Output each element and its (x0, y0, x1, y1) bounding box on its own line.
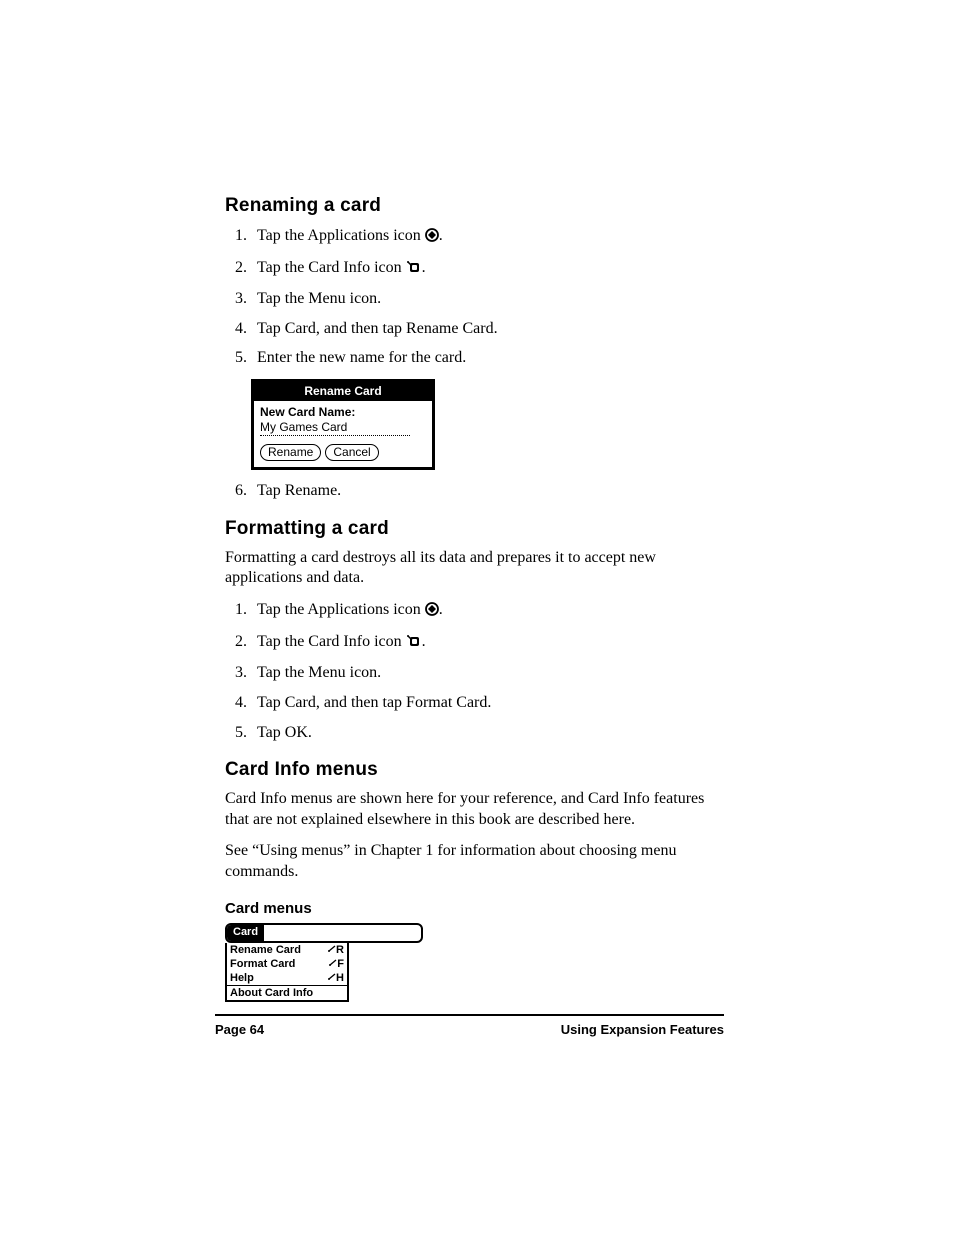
section-renaming: Renaming a card Tap the Applications ico… (225, 195, 724, 502)
step-text: Tap the Menu icon. (257, 290, 381, 307)
menu-item-label: Format Card (230, 957, 295, 971)
step-text: Tap Rename. (257, 482, 341, 499)
document-page: Renaming a card Tap the Applications ico… (0, 0, 954, 1235)
step: Tap the Menu icon. (251, 662, 724, 684)
menu-item-format-card[interactable]: Format Card F (227, 957, 347, 971)
menu-item-help[interactable]: Help H (227, 971, 347, 985)
step-text: Tap the Menu icon. (257, 664, 381, 681)
card-info-icon (406, 633, 422, 655)
step: Tap the Card Info icon . (251, 257, 724, 281)
menu-tab-card[interactable]: Card (227, 925, 264, 941)
subheading-card-menus: Card menus (225, 900, 724, 917)
heading-renaming: Renaming a card (225, 195, 724, 217)
page-number: Page 64 (215, 1022, 264, 1037)
step-text: Tap the Applications icon (257, 601, 425, 618)
menu-item-about-card-info[interactable]: About Card Info (227, 985, 347, 1000)
cancel-button[interactable]: Cancel (325, 444, 378, 461)
step: Tap Card, and then tap Rename Card. (251, 318, 724, 340)
section-cardinfo-menus: Card Info menus Card Info menus are show… (225, 759, 724, 1002)
step-period: . (422, 259, 426, 276)
step-text: Enter the new name for the card. (257, 349, 466, 366)
step: Tap Rename. (251, 480, 724, 502)
step: Tap the Applications icon . (251, 225, 724, 249)
footer-row: Page 64 Using Expansion Features (215, 1022, 724, 1037)
cardinfo-para1: Card Info menus are shown here for your … (225, 789, 724, 831)
cardinfo-para2: See “Using menus” in Chapter 1 for infor… (225, 841, 724, 883)
formatting-intro: Formatting a card destroys all its data … (225, 548, 724, 590)
menu-item-shortcut: F (329, 957, 344, 971)
step: Tap OK. (251, 722, 724, 744)
card-menu-screenshot: Card Rename Card R Format Card F Help (225, 923, 423, 1002)
rename-card-dialog: Rename Card New Card Name: My Games Card… (251, 379, 435, 470)
menu-item-rename-card[interactable]: Rename Card R (227, 943, 347, 957)
page-footer: Page 64 Using Expansion Features (215, 1014, 724, 1037)
dialog-button-row: Rename Cancel (260, 444, 426, 461)
steps-renaming-before: Tap the Applications icon . Tap the Card… (225, 225, 724, 369)
new-card-name-input[interactable]: My Games Card (260, 420, 410, 436)
step: Tap the Card Info icon . (251, 631, 724, 655)
card-menu-dropdown: Rename Card R Format Card F Help H (225, 943, 349, 1002)
menu-item-label: Help (230, 971, 254, 985)
step-text: Tap the Card Info icon (257, 633, 406, 650)
step-period: . (439, 601, 443, 618)
heading-cardinfo: Card Info menus (225, 759, 724, 781)
heading-formatting: Formatting a card (225, 518, 724, 540)
menu-item-shortcut: R (328, 943, 344, 957)
dialog-content: New Card Name: My Games Card Rename Canc… (254, 401, 432, 467)
menu-bar: Card (225, 923, 423, 943)
step-text: Tap the Card Info icon (257, 259, 406, 276)
steps-formatting: Tap the Applications icon . Tap the Card… (225, 599, 724, 743)
step-text: Tap Card, and then tap Format Card. (257, 694, 491, 711)
applications-icon (425, 227, 439, 249)
step: Tap Card, and then tap Format Card. (251, 692, 724, 714)
menu-item-shortcut: H (328, 971, 344, 985)
rename-button[interactable]: Rename (260, 444, 321, 461)
step-period: . (439, 227, 443, 244)
step-text: Tap OK. (257, 724, 312, 741)
footer-divider (215, 1014, 724, 1016)
step: Tap the Menu icon. (251, 288, 724, 310)
new-card-name-label: New Card Name: (260, 405, 426, 419)
menu-item-label: About Card Info (230, 986, 313, 1000)
chapter-title: Using Expansion Features (561, 1022, 724, 1037)
card-info-icon (406, 259, 422, 281)
step-period: . (422, 633, 426, 650)
step-text: Tap Card, and then tap Rename Card. (257, 320, 498, 337)
step-text: Tap the Applications icon (257, 227, 425, 244)
step: Tap the Applications icon . (251, 599, 724, 623)
step: Enter the new name for the card. (251, 347, 724, 369)
dialog-title: Rename Card (254, 382, 432, 401)
section-formatting: Formatting a card Formatting a card dest… (225, 518, 724, 744)
menu-item-label: Rename Card (230, 943, 301, 957)
applications-icon (425, 601, 439, 623)
steps-renaming-after: Tap Rename. (225, 480, 724, 502)
